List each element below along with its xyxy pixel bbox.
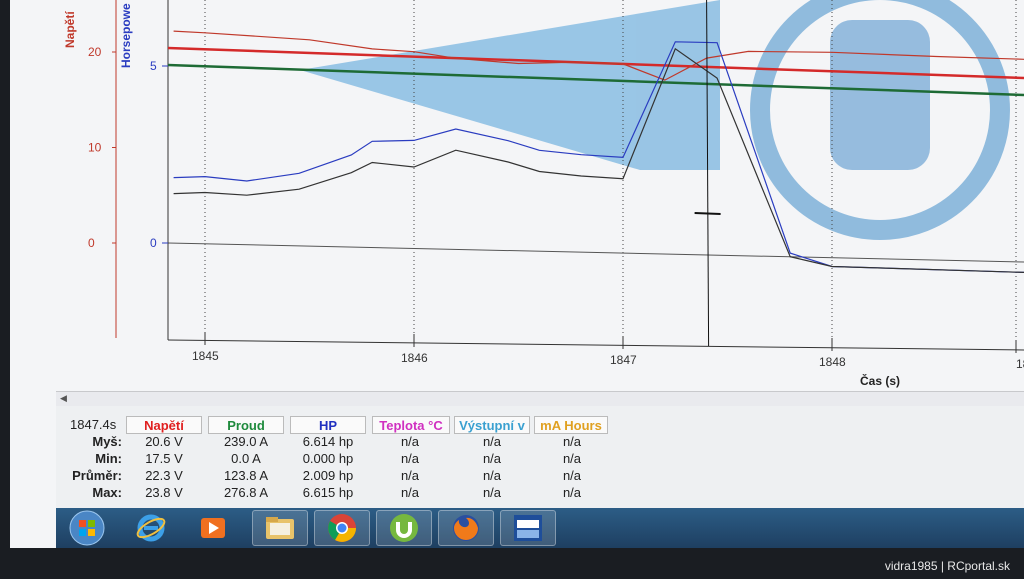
taskbar-castle-link[interactable] xyxy=(500,510,556,546)
voltage-tick-label: 10 xyxy=(88,141,102,155)
x-axis-label: Čas (s) xyxy=(860,374,901,388)
stats-cell: n/a xyxy=(400,434,420,449)
y-axis-label-voltage: Napětí xyxy=(63,11,77,48)
media-player-icon xyxy=(201,518,225,538)
hp-tick-label: 5 xyxy=(150,59,157,73)
stats-panel: 1847.4s Napětí Proud HP Teplota °C Výstupní … xyxy=(56,406,1024,508)
taskbar-chrome[interactable] xyxy=(314,510,370,546)
photo-watermark: vidra1985 | RCportal.sk xyxy=(884,559,1010,573)
stats-cell: n/a xyxy=(400,485,420,500)
stats-cell: n/a xyxy=(482,468,502,483)
stats-cell: 17.5 V xyxy=(145,451,183,466)
stats-header-0[interactable]: Napětí xyxy=(126,416,202,434)
cursor-time-readout: 1847.4s xyxy=(70,417,117,432)
stats-cell: 239.0 A xyxy=(223,434,269,449)
stats-cell: n/a xyxy=(400,468,420,483)
stats-cell: 2.009 hp xyxy=(302,468,354,483)
x-tick-label: 1848 xyxy=(819,355,846,369)
stats-row-label: Max: xyxy=(92,485,122,500)
utorrent-icon xyxy=(390,514,418,542)
stats-cell: 20.6 V xyxy=(145,434,183,449)
stats-cell: 123.8 A xyxy=(223,468,269,483)
chart-plot[interactable]: 1845 1846 1847 1848 18 20 10 0 5 0 xyxy=(0,0,1024,392)
x-tick-label: 1847 xyxy=(610,353,637,367)
taskbar-file-explorer[interactable] xyxy=(252,510,308,546)
stats-row-label: Průměr: xyxy=(72,468,122,483)
stats-cell: 0.0 A xyxy=(231,451,261,466)
scroll-left-arrow-icon[interactable]: ◀ xyxy=(60,393,67,404)
taskbar-internet-explorer[interactable] xyxy=(128,510,174,546)
stats-cell: 23.8 V xyxy=(145,485,183,500)
stats-header-3[interactable]: Teplota °C xyxy=(372,416,450,434)
x-tick-label: 1845 xyxy=(192,349,219,363)
stats-cell: 6.615 hp xyxy=(302,485,354,500)
stats-cell: 22.3 V xyxy=(145,468,183,483)
voltage-tick-label: 20 xyxy=(88,45,102,59)
file-explorer-icon xyxy=(266,517,294,539)
hp-tick-label: 0 xyxy=(150,236,157,250)
voltage-tick-label: 0 xyxy=(88,236,95,250)
stats-cell: 276.8 A xyxy=(223,485,269,500)
stats-header-2[interactable]: HP xyxy=(290,416,366,434)
stats-cell: n/a xyxy=(562,434,582,449)
stats-cell: n/a xyxy=(482,434,502,449)
stats-cell: n/a xyxy=(482,451,502,466)
stats-cell: 6.614 hp xyxy=(302,434,354,449)
stats-cell: 0.000 hp xyxy=(302,451,354,466)
stats-header-4[interactable]: Výstupní v xyxy=(454,416,530,434)
stats-cell: n/a xyxy=(400,451,420,466)
x-tick-label: 1846 xyxy=(401,351,428,365)
castle-link-icon xyxy=(514,515,542,541)
taskbar-firefox[interactable] xyxy=(438,510,494,546)
horizontal-scrollbar[interactable]: ◀ xyxy=(56,391,1024,406)
taskbar-media-player[interactable] xyxy=(190,510,236,546)
stats-row-label: Min: xyxy=(95,451,122,466)
stats-cell: n/a xyxy=(562,485,582,500)
monitor-bezel xyxy=(0,0,10,548)
stats-cell: n/a xyxy=(482,485,502,500)
stats-row-label: Myš: xyxy=(92,434,122,449)
stats-cell: n/a xyxy=(562,451,582,466)
stats-cell: n/a xyxy=(562,468,582,483)
windows-taskbar xyxy=(56,508,1024,548)
taskbar-utorrent[interactable] xyxy=(376,510,432,546)
x-tick-label: 18 xyxy=(1016,357,1024,371)
stats-header-5[interactable]: mA Hours xyxy=(534,416,608,434)
start-button[interactable] xyxy=(64,510,110,546)
stats-header-1[interactable]: Proud xyxy=(208,416,284,434)
y-axis-label-horsepower: Horsepowe xyxy=(119,3,133,68)
chrome-icon xyxy=(328,514,356,542)
windows-start-icon xyxy=(69,510,105,546)
screen: 1845 1846 1847 1848 18 20 10 0 5 0 Napětí Horsepo… xyxy=(0,0,1024,548)
firefox-icon xyxy=(453,515,479,541)
internet-explorer-icon xyxy=(136,514,166,542)
mouse-crosshair xyxy=(694,212,721,215)
